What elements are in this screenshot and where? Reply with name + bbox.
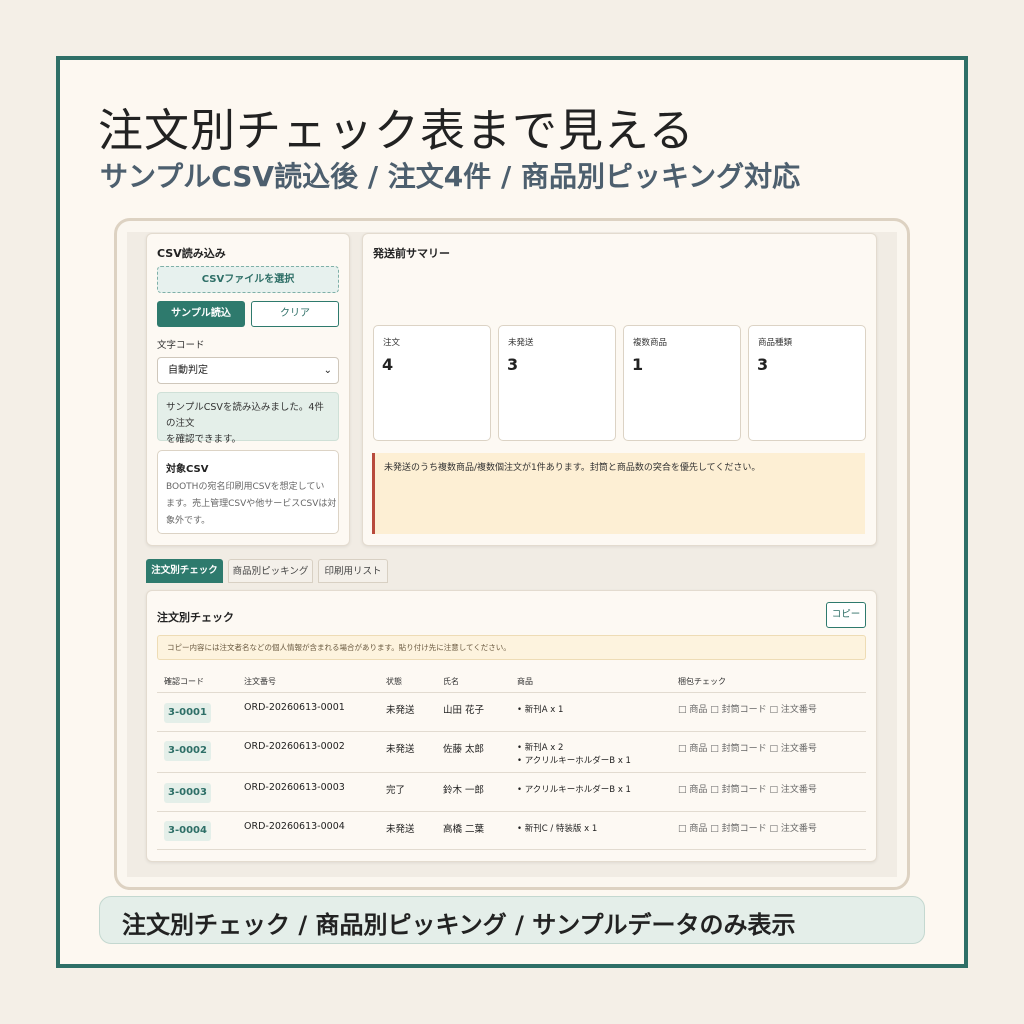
sample-load-button[interactable]: サンプル読込 [157, 301, 245, 327]
tab-order-check[interactable]: 注文別チェック [146, 559, 223, 583]
stat-value: 1 [632, 355, 644, 374]
target-csv-line: 象外です。 [166, 516, 211, 526]
stat-label: 商品種類 [758, 338, 793, 348]
order-number: ORD-20260613-0001 [244, 702, 345, 713]
confirm-code-badge: 3-0001 [164, 703, 211, 723]
csv-panel-title: CSV読み込み [157, 247, 226, 260]
tab-item-picking[interactable]: 商品別ピッキング [228, 559, 313, 583]
order-number: ORD-20260613-0004 [244, 821, 345, 832]
stat-value: 3 [507, 355, 519, 374]
stat-value: 4 [382, 355, 394, 374]
summary-title: 発送前サマリー [373, 247, 450, 260]
item-text: 新刊A x 2 [524, 743, 564, 753]
table-divider [157, 772, 866, 773]
order-status: 完了 [386, 785, 406, 796]
table-divider [157, 731, 866, 732]
headline: 注文別チェック表まで見える [98, 104, 695, 157]
customer-name: 鈴木 一郎 [443, 785, 485, 796]
copy-button[interactable]: コピー [826, 602, 866, 628]
chevron-down-icon: ⌄ [323, 365, 332, 376]
table-divider [157, 849, 866, 850]
copy-notice: コピー内容には注文者名などの個人情報が含まれる場合があります。貼り付け先に注意し… [157, 635, 866, 660]
encoding-label: 文字コード [157, 340, 205, 351]
clear-button[interactable]: クリア [251, 301, 339, 327]
column-header-items: 商品 [517, 677, 533, 686]
customer-name: 佐藤 太郎 [443, 744, 485, 755]
column-header-status: 状態 [386, 677, 402, 686]
summary-warning: 未発送のうち複数商品/複数個注文が1件あります。封筒と商品数の突合を優先してくだ… [372, 453, 865, 534]
column-header-packing: 梱包チェック [678, 677, 726, 686]
confirm-code-badge: 3-0004 [164, 821, 211, 841]
column-header-code: 確認コード [164, 677, 204, 686]
load-status-notice: サンプルCSVを読み込みました。4件の注文 を確認できます。 [157, 392, 339, 445]
order-status: 未発送 [386, 705, 415, 716]
stat-label: 複数商品 [633, 338, 668, 348]
item-bullet: • 新刊A x 2 [517, 743, 564, 753]
packing-checks[interactable]: □ 商品 □ 封筒コード □ 注文番号 [678, 702, 817, 715]
item-text: アクリルキーホルダーB x 1 [524, 756, 631, 766]
packing-checks[interactable]: □ 商品 □ 封筒コード □ 注文番号 [678, 782, 817, 795]
customer-name: 山田 花子 [443, 705, 485, 716]
csv-file-select-button[interactable]: CSVファイルを選択 [157, 266, 339, 293]
stat-label: 未発送 [508, 338, 534, 348]
item-text: 新刊C / 特装版 x 1 [524, 824, 598, 834]
item-bullet: • アクリルキーホルダーB x 1 [517, 785, 631, 795]
footer-caption: 注文別チェック / 商品別ピッキング / サンプルデータのみ表示 [122, 911, 796, 939]
target-csv-line: BOOTHの宛名印刷用CSVを想定してい [166, 482, 325, 492]
order-status: 未発送 [386, 744, 415, 755]
column-header-name: 氏名 [443, 677, 459, 686]
item-text: 新刊A x 1 [524, 705, 564, 715]
encoding-select-value: 自動判定 [168, 365, 208, 376]
confirm-code-badge: 3-0003 [164, 783, 211, 803]
table-divider [157, 692, 866, 693]
column-header-order: 注文番号 [244, 677, 276, 686]
packing-checks[interactable]: □ 商品 □ 封筒コード □ 注文番号 [678, 741, 817, 754]
confirm-code-badge: 3-0002 [164, 741, 211, 761]
target-csv-title: 対象CSV [166, 464, 209, 475]
load-status-line: を確認できます。 [166, 434, 242, 445]
subheadline: サンプルCSV読込後 / 注文4件 / 商品別ピッキング対応 [100, 160, 801, 193]
item-bullet: • 新刊C / 特装版 x 1 [517, 824, 598, 834]
item-bullet: • 新刊A x 1 [517, 705, 564, 715]
customer-name: 高橋 二葉 [443, 824, 485, 835]
stat-label: 注文 [383, 338, 401, 348]
item-bullet: • アクリルキーホルダーB x 1 [517, 756, 631, 766]
load-status-line: サンプルCSVを読み込みました。4件の注文 [166, 402, 324, 429]
packing-checks[interactable]: □ 商品 □ 封筒コード □ 注文番号 [678, 821, 817, 834]
table-divider [157, 811, 866, 812]
order-number: ORD-20260613-0003 [244, 782, 345, 793]
target-csv-line: ます。売上管理CSVや他サービスCSVは対 [166, 499, 337, 509]
order-number: ORD-20260613-0002 [244, 741, 345, 752]
tab-print-list[interactable]: 印刷用リスト [318, 559, 388, 583]
orders-panel-title: 注文別チェック [157, 611, 234, 624]
item-text: アクリルキーホルダーB x 1 [524, 785, 631, 795]
encoding-select[interactable]: 自動判定 ⌄ [157, 357, 339, 384]
order-status: 未発送 [386, 824, 415, 835]
stat-value: 3 [757, 355, 769, 374]
